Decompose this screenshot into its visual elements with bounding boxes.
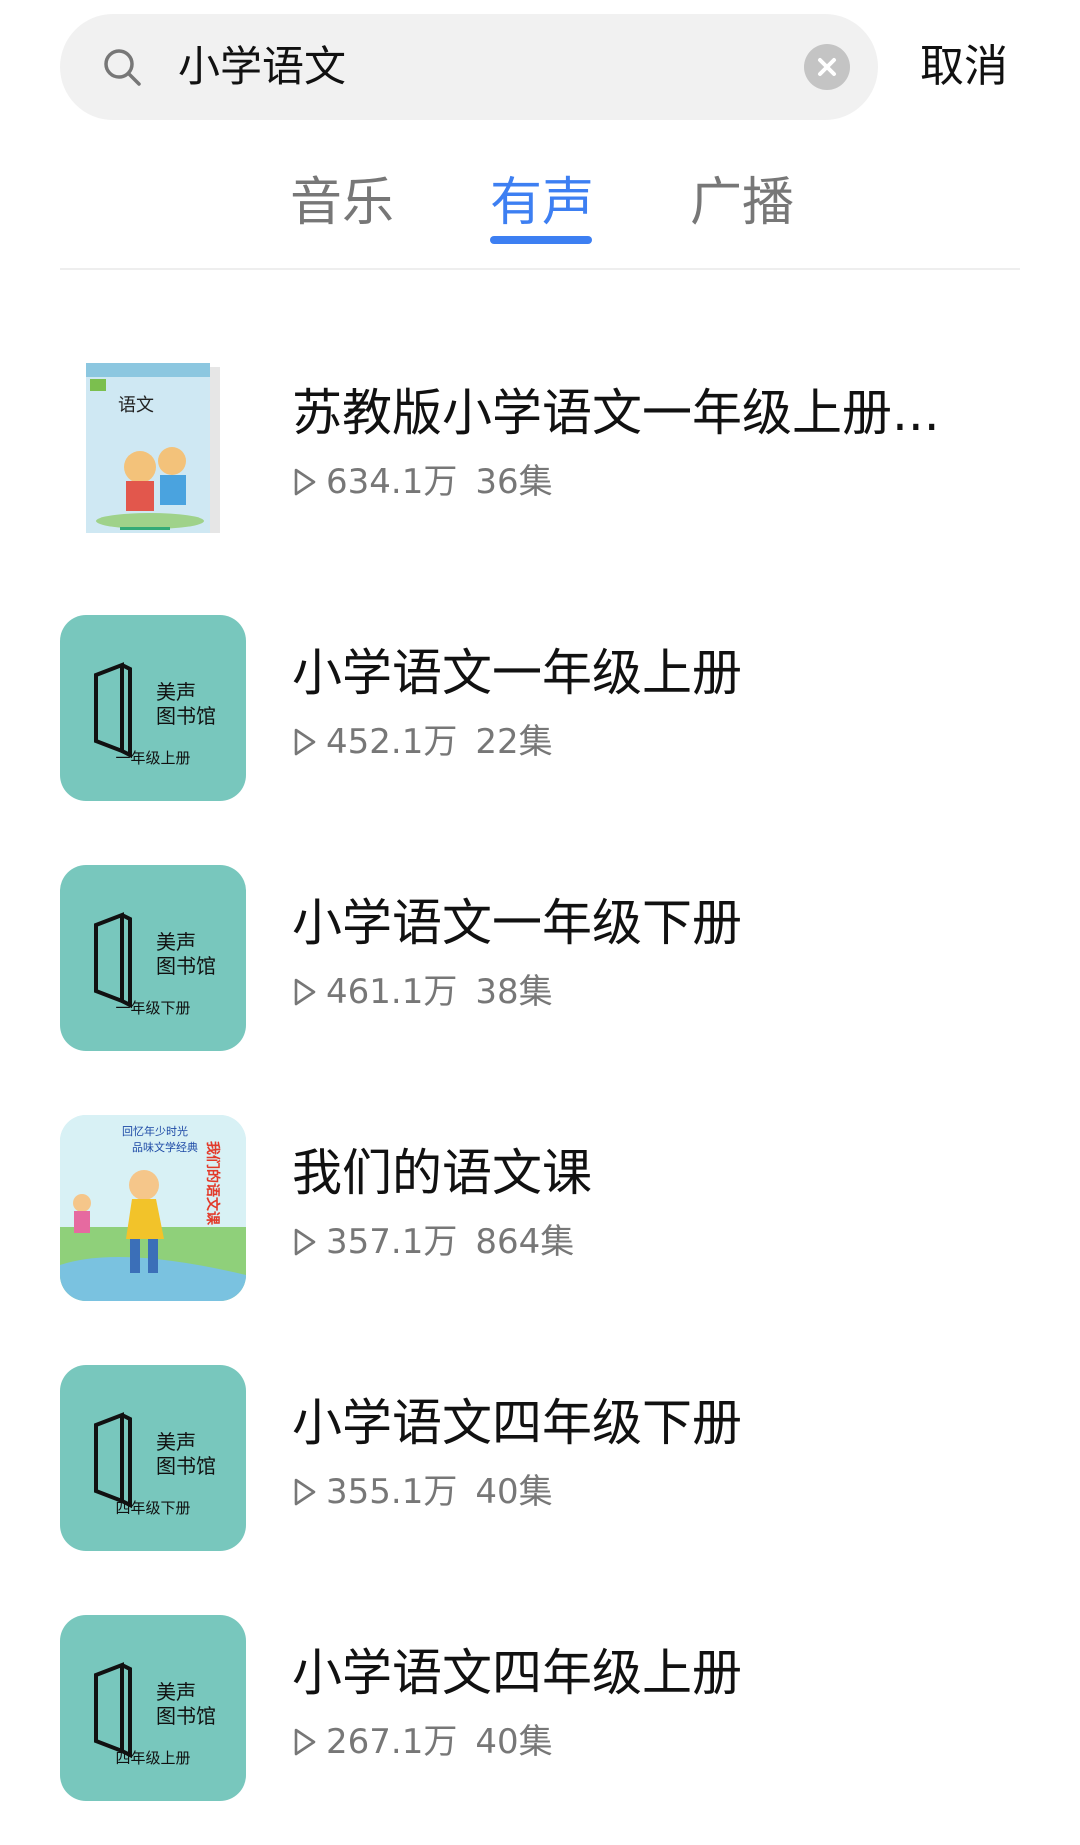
episode-count: 40集 xyxy=(475,1722,553,1762)
search-bar-row: 小学语文 取消 xyxy=(0,0,1080,135)
result-info: 小学语文一年级下册 461.1万 38集 xyxy=(292,865,1032,1017)
tab-music[interactable]: 音乐 xyxy=(290,168,394,238)
episode-count: 40集 xyxy=(475,1472,553,1512)
svg-text:图书馆: 图书馆 xyxy=(156,704,216,728)
book-logo-icon: 美声图书馆一年级上册 xyxy=(94,662,216,767)
episode-count: 38集 xyxy=(475,972,553,1012)
result-title[interactable]: 小学语文四年级上册 xyxy=(292,1633,992,1713)
play-count-icon xyxy=(294,1228,316,1256)
list-item[interactable]: 语文 苏教版小学语文一年级上册... 634.1万 36集 xyxy=(0,355,1080,545)
svg-text:一年级上册: 一年级上册 xyxy=(115,749,190,767)
active-tab-indicator xyxy=(490,236,592,244)
play-count: 461.1万 xyxy=(326,972,458,1012)
storybook-illustration: 回忆年少时光品味文学经典 我们的语文课 xyxy=(60,1115,246,1301)
storybook-cover[interactable]: 回忆年少时光品味文学经典 我们的语文课 xyxy=(60,1115,246,1301)
play-count-icon xyxy=(294,978,316,1006)
play-count: 357.1万 xyxy=(326,1222,458,1262)
play-count: 267.1万 xyxy=(326,1722,458,1762)
textbook-cover[interactable]: 语文 xyxy=(60,355,246,541)
meisheng-cover[interactable]: 美声 图书馆一年级下册 xyxy=(60,865,246,1051)
result-title[interactable]: 小学语文四年级下册 xyxy=(292,1383,992,1463)
list-item[interactable]: 回忆年少时光 品味文学经典 我们的语文课 我们的语文课 357.1万 864集 xyxy=(0,1115,1080,1305)
play-count-icon xyxy=(294,1728,316,1756)
cancel-button[interactable]: 取消 xyxy=(920,14,1008,120)
list-item[interactable]: 美声 图书馆 四年级下册 小学语文四年级下册 355.1万 40集 xyxy=(0,1365,1080,1555)
result-info: 小学语文四年级上册 267.1万 40集 xyxy=(292,1615,1032,1767)
episode-count: 36集 xyxy=(475,462,553,502)
play-count: 355.1万 xyxy=(326,1472,458,1512)
svg-text:语文: 语文 xyxy=(118,395,154,416)
svg-text:美声: 美声 xyxy=(156,1430,196,1454)
textbook-illustration: 语文 xyxy=(86,363,220,533)
svg-text:品味文学经典: 品味文学经典 xyxy=(132,1140,198,1154)
play-count-icon xyxy=(294,468,316,496)
play-count-icon xyxy=(294,728,316,756)
play-count-icon xyxy=(294,1478,316,1506)
svg-text:美声: 美声 xyxy=(156,680,196,704)
svg-text:图书馆: 图书馆 xyxy=(156,1704,216,1728)
episode-count: 864集 xyxy=(475,1222,575,1262)
svg-text:图书馆: 图书馆 xyxy=(156,1454,216,1478)
book-logo-icon: 美声图书馆四年级下册 xyxy=(94,1412,216,1517)
search-input[interactable]: 小学语文 xyxy=(178,14,346,120)
result-info: 苏教版小学语文一年级上册... 634.1万 36集 xyxy=(292,355,1032,507)
result-meta: 357.1万 864集 xyxy=(292,1217,1032,1267)
tab-audio[interactable]: 有声 xyxy=(490,168,594,238)
svg-text:我们的语文课: 我们的语文课 xyxy=(204,1141,221,1226)
search-icon xyxy=(104,49,141,86)
play-count: 634.1万 xyxy=(326,462,458,502)
divider xyxy=(60,268,1020,270)
list-item[interactable]: 美声 图书馆 一年级下册 小学语文一年级下册 461.1万 38集 xyxy=(0,865,1080,1055)
svg-text:一年级下册: 一年级下册 xyxy=(115,999,190,1017)
result-title[interactable]: 小学语文一年级上册 xyxy=(292,633,992,713)
tab-radio[interactable]: 广播 xyxy=(690,168,794,238)
result-meta: 634.1万 36集 xyxy=(292,457,1032,507)
play-count: 452.1万 xyxy=(326,722,458,762)
svg-text:四年级上册: 四年级上册 xyxy=(115,1749,190,1767)
book-logo-icon: 美声图书馆四年级上册 xyxy=(94,1662,216,1767)
meisheng-cover[interactable]: 美声 图书馆一年级上册 xyxy=(60,615,246,801)
clear-search-icon[interactable] xyxy=(804,44,850,90)
svg-text:图书馆: 图书馆 xyxy=(156,954,216,978)
meisheng-cover[interactable]: 美声 图书馆四年级上册 xyxy=(60,1615,246,1801)
svg-text:美声: 美声 xyxy=(156,1680,196,1704)
book-logo-icon: 美声图书馆一年级下册 xyxy=(94,912,216,1017)
result-info: 小学语文四年级下册 355.1万 40集 xyxy=(292,1365,1032,1517)
result-meta: 355.1万 40集 xyxy=(292,1467,1032,1517)
svg-text:回忆年少时光: 回忆年少时光 xyxy=(122,1124,188,1138)
result-title[interactable]: 小学语文一年级下册 xyxy=(292,883,992,963)
result-info: 小学语文一年级上册 452.1万 22集 xyxy=(292,615,1032,767)
result-title[interactable]: 苏教版小学语文一年级上册... xyxy=(292,373,992,453)
list-item[interactable]: 美声 图书馆 一年级上册 小学语文一年级上册 452.1万 22集 xyxy=(0,615,1080,805)
result-meta: 461.1万 38集 xyxy=(292,967,1032,1017)
result-meta: 267.1万 40集 xyxy=(292,1717,1032,1767)
category-tabs: 音乐 有声 广播 xyxy=(0,150,1080,270)
result-title[interactable]: 我们的语文课 xyxy=(292,1133,992,1213)
search-box[interactable]: 小学语文 xyxy=(60,14,878,120)
svg-text:美声: 美声 xyxy=(156,930,196,954)
list-item[interactable]: 美声 图书馆 四年级上册 小学语文四年级上册 267.1万 40集 xyxy=(0,1615,1080,1805)
svg-text:四年级下册: 四年级下册 xyxy=(115,1499,190,1517)
result-meta: 452.1万 22集 xyxy=(292,717,1032,767)
episode-count: 22集 xyxy=(475,722,553,762)
meisheng-cover[interactable]: 美声 图书馆四年级下册 xyxy=(60,1365,246,1551)
result-info: 我们的语文课 357.1万 864集 xyxy=(292,1115,1032,1267)
